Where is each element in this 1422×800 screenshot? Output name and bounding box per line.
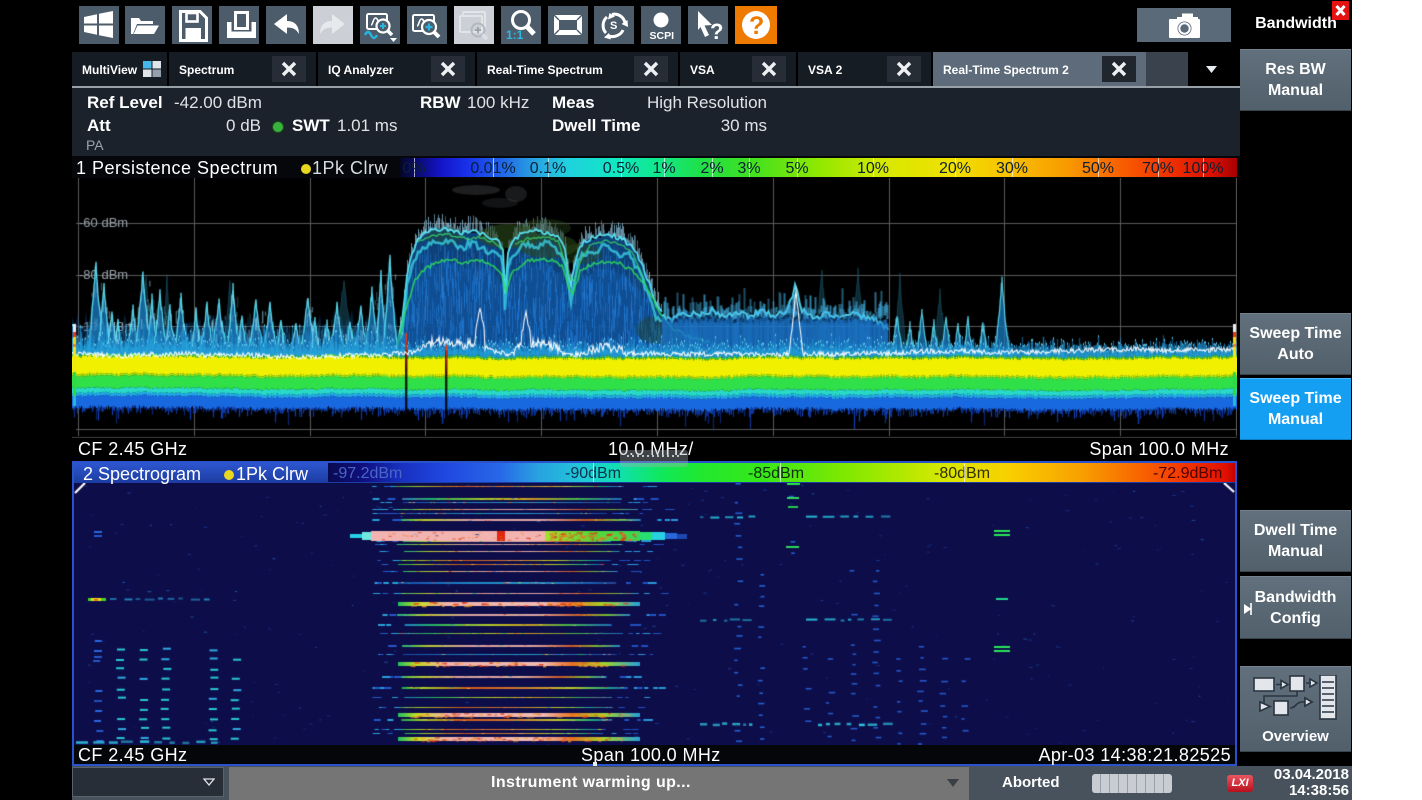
svg-text:SCPI: SCPI [650, 30, 675, 42]
svg-text:?: ? [710, 19, 723, 44]
svg-text:1:1: 1:1 [506, 28, 524, 42]
svg-text:?: ? [749, 12, 764, 40]
svg-text:S: S [610, 20, 617, 32]
